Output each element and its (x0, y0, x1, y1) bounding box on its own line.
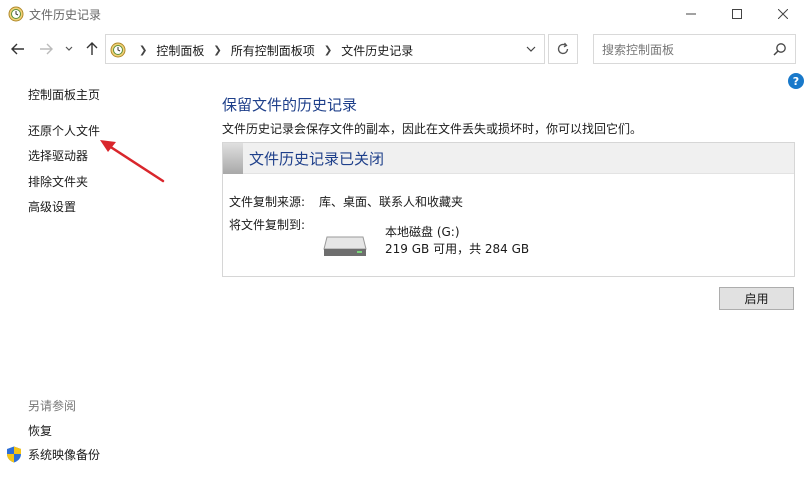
breadcrumb-separator-icon[interactable]: ❯ (324, 45, 332, 56)
maximize-button[interactable] (714, 0, 760, 28)
source-label: 文件复制来源: (229, 195, 306, 209)
forward-button[interactable] (36, 38, 56, 60)
title-bar: 文件历史记录 (0, 0, 806, 28)
file-history-status-panel: 文件历史记录已关闭 文件复制来源: 库、桌面、联系人和收藏夹 将文件复制到: 本… (222, 142, 795, 277)
drive-space: 219 GB 可用，共 284 GB (385, 242, 530, 256)
back-button[interactable] (8, 38, 28, 60)
chevron-down-icon (65, 46, 73, 51)
arrow-left-icon (11, 43, 24, 55)
breadcrumb-all-items[interactable]: 所有控制面板项 (231, 42, 315, 59)
help-button[interactable]: ? (788, 73, 804, 89)
select-drive-link[interactable]: 选择驱动器 (28, 147, 88, 164)
file-history-icon (8, 6, 24, 22)
refresh-button[interactable] (548, 34, 578, 64)
page-title: 保留文件的历史记录 (222, 96, 358, 114)
breadcrumb-separator-icon[interactable]: ❯ (213, 45, 221, 56)
address-bar[interactable]: ❯ 控制面板 ❯ 所有控制面板项 ❯ 文件历史记录 (105, 34, 545, 64)
advanced-settings-link[interactable]: 高级设置 (28, 198, 76, 215)
recent-locations-button[interactable] (62, 38, 76, 60)
see-also-heading: 另请参阅 (28, 399, 77, 413)
minimize-button[interactable] (668, 0, 714, 28)
search-input[interactable] (602, 41, 767, 59)
status-indicator-bar (223, 143, 243, 174)
destination-label: 将文件复制到: (229, 218, 306, 232)
system-image-backup-link[interactable]: 系统映像备份 (6, 446, 100, 463)
page-description: 文件历史记录会保存文件的副本，因此在文件丢失或损坏时，你可以找回它们。 (222, 122, 643, 136)
system-image-backup-label: 系统映像备份 (28, 448, 101, 462)
enable-button[interactable]: 启用 (719, 287, 794, 310)
address-dropdown-button[interactable] (524, 42, 538, 56)
file-history-icon (110, 42, 126, 58)
control-panel-home-link[interactable]: 控制面板主页 (28, 86, 100, 103)
shield-icon (7, 446, 21, 463)
close-button[interactable] (760, 0, 806, 28)
breadcrumb-separator-icon[interactable]: ❯ (139, 45, 147, 56)
breadcrumb: ❯ 控制面板 ❯ 所有控制面板项 ❯ 文件历史记录 (130, 42, 413, 59)
chevron-down-icon (526, 46, 536, 52)
annotation-arrow-icon (100, 140, 165, 183)
window-title: 文件历史记录 (29, 8, 102, 22)
close-icon (778, 9, 788, 19)
recovery-link[interactable]: 恢复 (28, 422, 52, 439)
arrow-up-icon (86, 42, 98, 55)
exclude-folders-link[interactable]: 排除文件夹 (28, 173, 88, 190)
restore-personal-files-link[interactable]: 还原个人文件 (28, 122, 100, 139)
source-value: 库、桌面、联系人和收藏夹 (319, 195, 464, 209)
maximize-icon (732, 9, 742, 19)
breadcrumb-file-history[interactable]: 文件历史记录 (341, 42, 413, 59)
search-box[interactable] (593, 34, 796, 64)
arrow-right-icon (40, 43, 53, 55)
search-icon[interactable] (773, 42, 787, 56)
minimize-icon (686, 13, 696, 15)
drive-name: 本地磁盘 (G:) (385, 225, 460, 239)
refresh-icon (557, 42, 569, 55)
hard-drive-icon (323, 236, 367, 256)
status-header: 文件历史记录已关闭 (223, 143, 794, 174)
up-button[interactable] (82, 38, 102, 60)
navigation-bar: ❯ 控制面板 ❯ 所有控制面板项 ❯ 文件历史记录 (0, 34, 806, 64)
breadcrumb-control-panel[interactable]: 控制面板 (156, 42, 204, 59)
status-title: 文件历史记录已关闭 (249, 150, 385, 168)
